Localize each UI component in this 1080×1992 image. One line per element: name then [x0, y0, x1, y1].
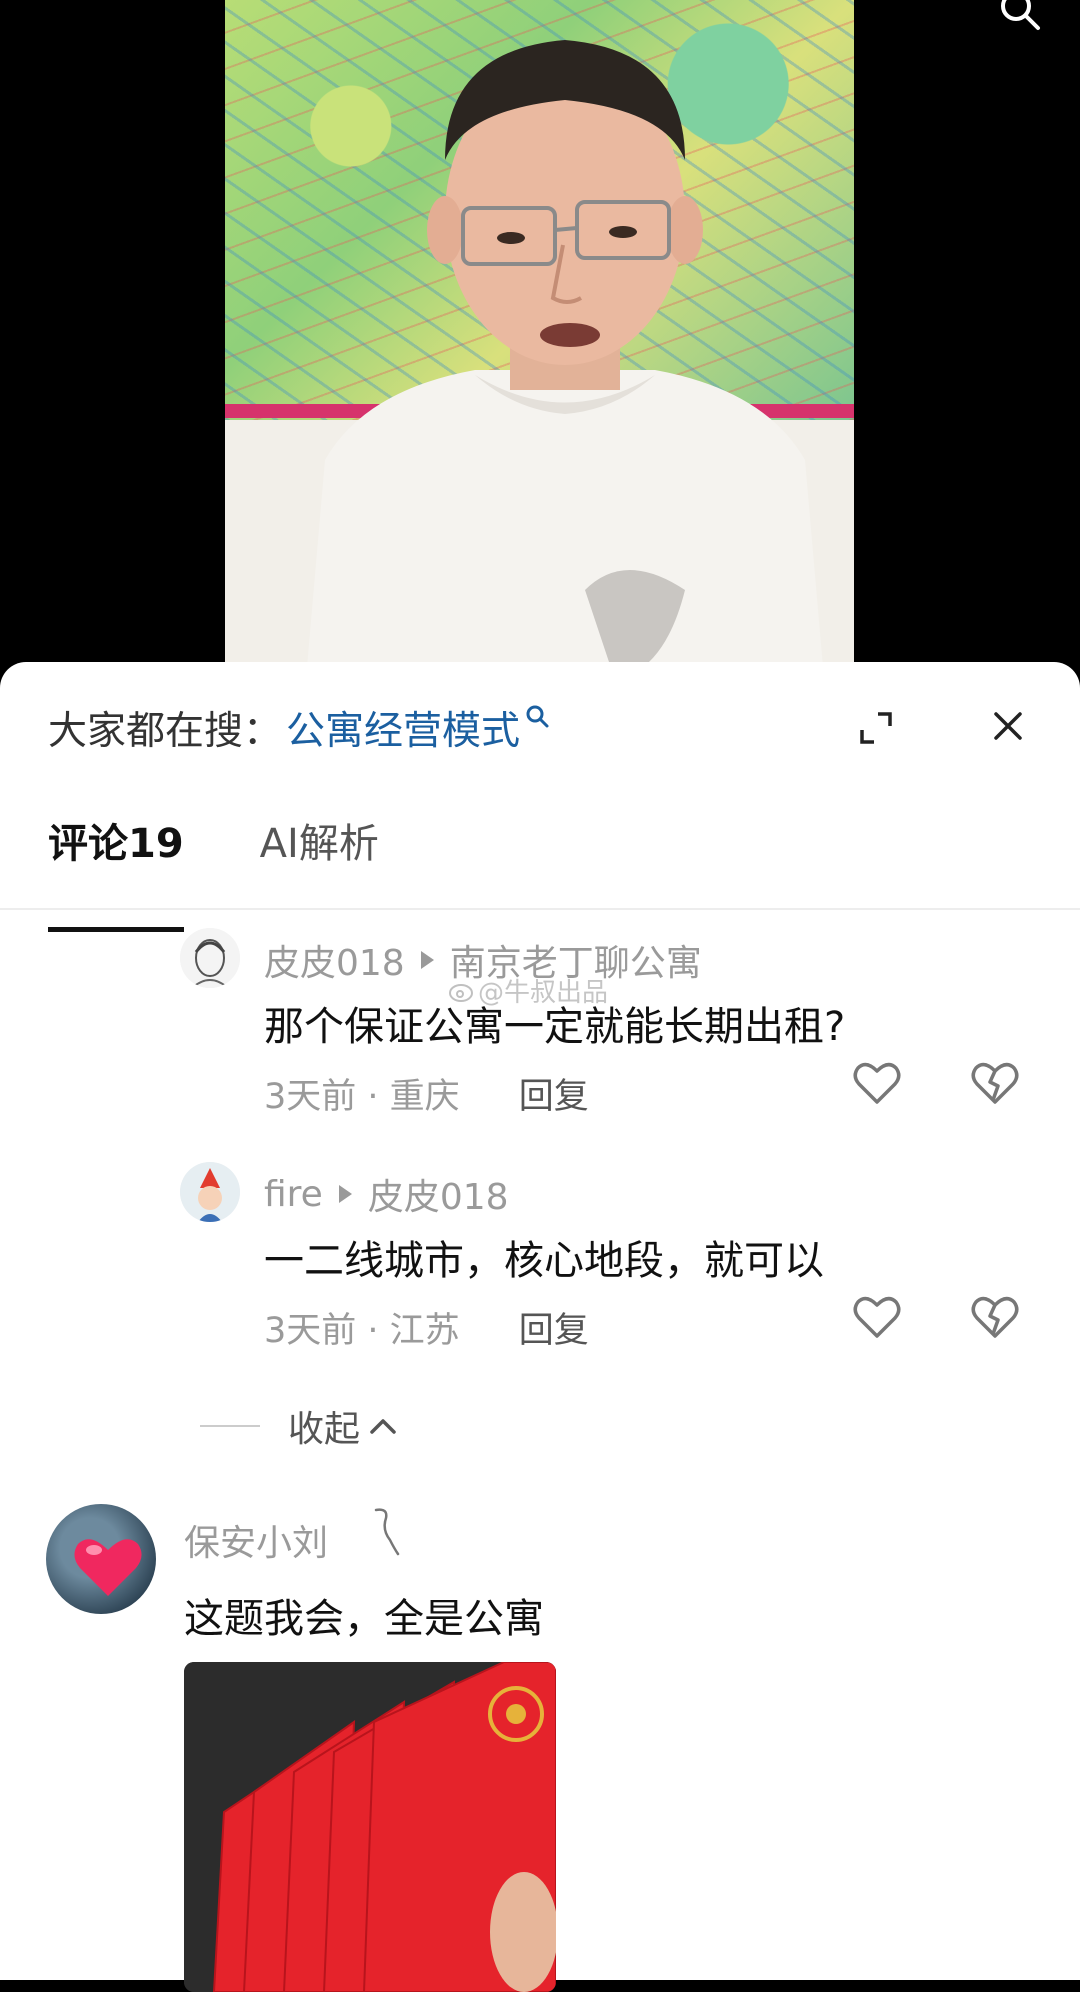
avatar[interactable]: [180, 928, 240, 988]
collapse-replies-button[interactable]: 收起: [200, 1400, 400, 1452]
tab-ai-analysis[interactable]: AI解析: [260, 824, 379, 898]
chevron-up-icon: [370, 1419, 396, 1434]
reply-button[interactable]: 回复: [519, 1077, 589, 1117]
expand-icon[interactable]: [856, 708, 896, 748]
video-frame: [225, 0, 854, 680]
hot-search-prefix: 大家都在搜：: [48, 709, 283, 754]
squiggle-icon: [374, 1508, 400, 1556]
avatar[interactable]: [180, 1162, 240, 1222]
reply-text: 一二线城市，核心地段，就可以: [264, 1238, 824, 1284]
reply-username[interactable]: 皮皮018: [264, 934, 405, 986]
speaker-figure: [305, 40, 825, 680]
watermark: @牛叔出品: [448, 972, 608, 1009]
user-avatar-sketch: [180, 928, 240, 988]
reply-arrow-icon: [338, 1185, 352, 1203]
weibo-icon: [449, 983, 473, 1002]
tab-comments[interactable]: 评论19: [48, 824, 184, 932]
collapse-label: 收起: [288, 1409, 361, 1450]
tabs-divider: [0, 908, 1080, 910]
reply-header: fire 皮皮018: [264, 1168, 509, 1220]
reply-to-username[interactable]: 皮皮018: [368, 1168, 509, 1220]
red-certificates-fan-image: [184, 1662, 556, 1992]
hot-search-term[interactable]: 公寓经营模式: [286, 700, 520, 756]
search-icon[interactable]: [998, 0, 1042, 32]
reply-meta: 3天前 · 江苏 回复: [264, 1302, 589, 1353]
avatar[interactable]: [46, 1504, 156, 1614]
reply-button[interactable]: 回复: [519, 1311, 589, 1351]
reply-time-location: 3天前 · 重庆: [264, 1077, 460, 1117]
collapse-divider: [200, 1425, 260, 1427]
reply-time-location: 3天前 · 江苏: [264, 1311, 460, 1351]
user-avatar-cartoon: [180, 1162, 240, 1222]
search-icon: [526, 705, 549, 728]
video-player[interactable]: [0, 0, 1080, 680]
heart-icon[interactable]: [852, 1060, 902, 1106]
broken-heart-icon[interactable]: [970, 1060, 1020, 1106]
comment-image[interactable]: [184, 1662, 556, 1992]
reply-arrow-icon: [420, 951, 434, 969]
watermark-text: @牛叔出品: [478, 978, 609, 1008]
heart-icon[interactable]: [852, 1294, 902, 1340]
hot-search-bar[interactable]: 大家都在搜： 公寓经营模式: [48, 700, 550, 756]
broken-heart-icon[interactable]: [970, 1294, 1020, 1340]
close-icon[interactable]: [988, 706, 1028, 746]
comment-username[interactable]: 保安小刘: [184, 1514, 328, 1566]
reply-username[interactable]: fire: [264, 1174, 323, 1215]
comment-text: 这题我会，全是公寓: [184, 1596, 544, 1642]
reply-meta: 3天前 · 重庆 回复: [264, 1068, 589, 1119]
comment-tabs: 评论19 AI解析: [48, 824, 455, 932]
heart-avatar-image: [74, 1539, 142, 1596]
